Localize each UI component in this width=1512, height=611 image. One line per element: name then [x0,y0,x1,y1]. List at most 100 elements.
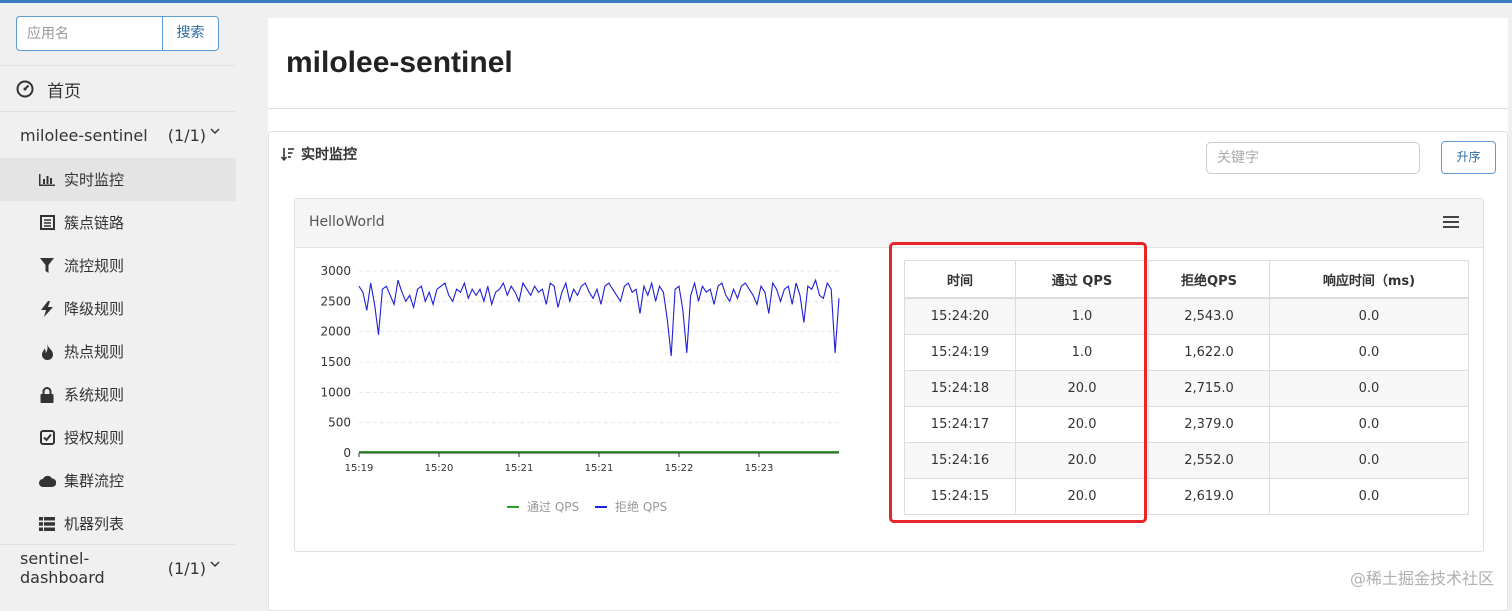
fire-icon [38,343,56,361]
table-row: 15:24:20 1.0 2,543.0 0.0 [904,297,1469,335]
table-cell: 15:24:19 [904,334,1016,371]
table-cell: 1.0 [1015,334,1149,371]
y-tick-label: 1000 [320,385,351,399]
app-machine-count: (1/1) [167,125,206,145]
sidebar-item-realtime-monitor[interactable]: 实时监控 [0,158,236,201]
legend-label: 通过 QPS [527,500,579,514]
bar-chart-icon [38,171,56,189]
sidebar-item-hot-param-rules[interactable]: 热点规则 [0,330,236,373]
sidebar-item-label: 机器列表 [64,515,125,533]
table-cell: 0.0 [1269,478,1469,515]
table-cell: 20.0 [1015,442,1149,479]
x-tick-label: 15:23 [745,463,774,474]
sidebar-item-label: 热点规则 [64,343,125,361]
column-header: 响应时间（ms) [1269,260,1469,299]
table-cell: 20.0 [1015,478,1149,515]
watermark: @稀土掘金技术社区 [1349,569,1494,588]
table-row: 15:24:16 20.0 2,552.0 0.0 [904,442,1469,479]
sidebar-item-system-rules[interactable]: 系统规则 [0,373,236,416]
main-content: milolee-sentinel 实时监控 升序 HelloWorld 3000… [268,18,1508,611]
y-tick-label: 1500 [320,355,351,369]
panel-title-text: 实时监控 [301,147,357,163]
resource-name: HelloWorld [309,214,385,230]
sidebar-item-label: 首页 [47,81,81,102]
lock-icon [38,386,56,404]
y-tick-label: 500 [328,416,351,430]
y-tick-label: 3000 [320,264,351,278]
sidebar-item-home[interactable]: 首页 [16,77,81,102]
column-header: 拒绝QPS [1148,260,1270,299]
app-search-input[interactable] [16,16,162,51]
table-cell: 0.0 [1269,370,1469,407]
chevron-down-icon [210,128,220,134]
sidebar-item-label: 集群流控 [64,472,125,490]
sidebar-item-degrade-rules[interactable]: 降级规则 [0,287,236,330]
sidebar-divider [0,111,236,112]
sidebar-item-label: 授权规则 [64,429,125,447]
column-header: 通过 QPS [1015,260,1149,299]
table-cell: 15:24:16 [904,442,1016,479]
check-square-icon [38,429,56,447]
sidebar-item-label: 流控规则 [64,257,125,275]
sidebar-item-label: 系统规则 [64,386,125,404]
table-cell: 0.0 [1269,406,1469,443]
app-group-sentinel-dashboard[interactable]: sentinel-dashboard (1/1) [20,549,220,587]
table-row: 15:24:15 20.0 2,619.0 0.0 [904,478,1469,515]
table-cell: 2,619.0 [1148,478,1270,515]
table-row: 15:24:18 20.0 2,715.0 0.0 [904,370,1469,407]
realtime-monitor-panel: 实时监控 升序 HelloWorld 3000 2500 2000 1500 1000 5… [268,131,1508,611]
table-cell: 15:24:15 [904,478,1016,515]
x-tick-label: 15:20 [425,463,454,474]
table-cell: 20.0 [1015,406,1149,443]
sidebar-item-label: 实时监控 [64,171,125,189]
sidebar-item-cluster-link[interactable]: 簇点链路 [0,201,236,244]
table-cell: 15:24:20 [904,297,1016,335]
sidebar-item-label: 降级规则 [64,300,125,318]
table-cell: 15:24:17 [904,406,1016,443]
sort-order-button[interactable]: 升序 [1441,141,1496,174]
resource-card-header: HelloWorld [295,199,1483,248]
table-cell: 1.0 [1015,297,1149,335]
filter-icon [38,257,56,275]
app-group-milolee-sentinel[interactable]: milolee-sentinel (1/1) [20,123,220,147]
y-tick-label: 0 [343,446,351,460]
metrics-table: 时间 通过 QPS 拒绝QPS 响应时间（ms) 15:24:20 1.0 2,… [904,260,1469,515]
table-cell: 1,622.0 [1148,334,1270,371]
y-tick-label: 2500 [320,294,351,308]
sidebar-item-auth-rules[interactable]: 授权规则 [0,416,236,459]
table-cell: 2,543.0 [1148,297,1270,335]
page-title: milolee-sentinel [286,46,513,79]
chevron-down-icon [210,561,220,567]
dashboard-icon [16,80,34,98]
x-tick-label: 15:19 [345,463,374,474]
sidebar-divider [0,544,236,545]
x-tick-label: 15:21 [505,463,534,474]
resource-card: HelloWorld 3000 2500 2000 1500 1000 500 0 15:19… [294,198,1484,552]
list-icon [38,214,56,232]
sidebar-item-cluster-flow[interactable]: 集群流控 [0,459,236,502]
sidebar-item-machine-list[interactable]: 机器列表 [0,502,236,545]
keyword-search-input[interactable] [1206,142,1420,174]
qps-line-chart: 3000 2500 2000 1500 1000 500 0 15:19 15:20 15:21 1… [320,264,840,514]
flash-icon [38,300,56,318]
block-qps-line [358,278,840,356]
table-cell: 15:24:18 [904,370,1016,407]
legend-label: 拒绝 QPS [615,499,667,514]
table-cell: 0.0 [1269,442,1469,479]
sidebar-item-flow-rules[interactable]: 流控规则 [0,244,236,287]
sort-amount-desc-icon [281,148,294,161]
table-row: 15:24:17 20.0 2,379.0 0.0 [904,406,1469,443]
table-cell: 2,379.0 [1148,406,1270,443]
x-tick-label: 15:21 [585,463,614,474]
app-search: 搜索 [16,16,219,51]
sidebar-item-label: 簇点链路 [64,214,125,232]
search-button[interactable]: 搜索 [162,16,219,51]
table-cell: 20.0 [1015,370,1149,407]
y-tick-label: 2000 [320,325,351,339]
app-name: sentinel-dashboard [20,549,105,587]
hamburger-menu-icon[interactable] [1443,215,1459,229]
column-header: 时间 [904,260,1016,299]
table-cell: 2,715.0 [1148,370,1270,407]
cloud-icon [38,472,56,490]
app-name: milolee-sentinel [20,125,148,145]
